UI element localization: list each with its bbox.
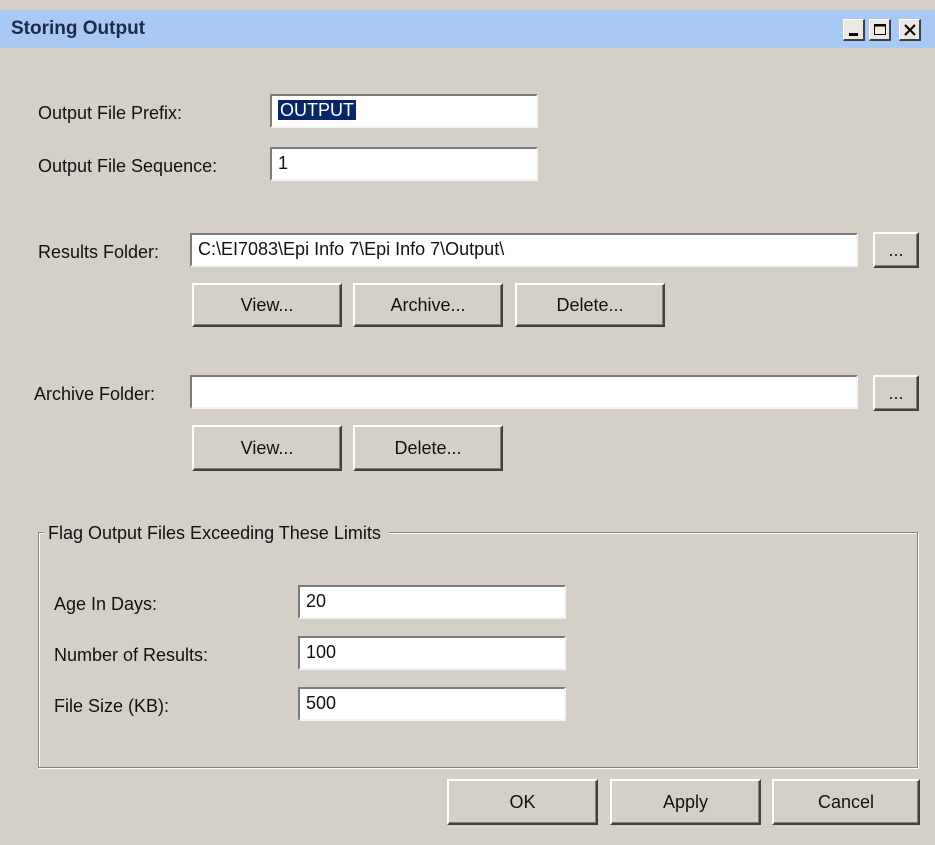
minimize-button[interactable]: [843, 19, 865, 41]
close-icon: [904, 24, 916, 36]
output-prefix-input[interactable]: OUTPUT: [270, 94, 538, 128]
output-prefix-value: OUTPUT: [278, 100, 356, 120]
minimize-icon: [849, 33, 858, 36]
results-archive-button[interactable]: Archive...: [353, 283, 503, 327]
storing-output-dialog: Storing Output Output File Prefix: OUTPU…: [0, 0, 935, 845]
results-folder-browse-button[interactable]: ...: [873, 232, 919, 268]
output-prefix-label: Output File Prefix:: [38, 103, 183, 123]
archive-folder-label: Archive Folder:: [34, 384, 156, 404]
maximize-icon: [874, 24, 886, 35]
archive-folder-browse-button[interactable]: ...: [873, 375, 919, 411]
results-folder-label: Results Folder:: [38, 242, 160, 262]
number-of-results-input[interactable]: 100: [298, 636, 566, 670]
ok-button[interactable]: OK: [447, 779, 598, 825]
file-size-input[interactable]: 500: [298, 687, 566, 721]
apply-button[interactable]: Apply: [610, 779, 761, 825]
archive-delete-button[interactable]: Delete...: [353, 425, 503, 471]
archive-folder-input[interactable]: [190, 375, 858, 409]
file-size-label: File Size (KB):: [54, 696, 170, 716]
results-view-button[interactable]: View...: [192, 283, 342, 327]
close-button[interactable]: [899, 19, 921, 41]
results-folder-input[interactable]: C:\EI7083\Epi Info 7\Epi Info 7\Output\: [190, 233, 858, 267]
maximize-button[interactable]: [869, 19, 891, 41]
cancel-button[interactable]: Cancel: [772, 779, 920, 825]
window-title: Storing Output: [11, 18, 146, 39]
age-in-days-input[interactable]: 20: [298, 585, 566, 619]
limits-group-title: Flag Output Files Exceeding These Limits: [44, 523, 389, 544]
results-delete-button[interactable]: Delete...: [515, 283, 665, 327]
title-bar[interactable]: Storing Output: [0, 10, 935, 48]
age-in-days-label: Age In Days:: [54, 594, 158, 614]
archive-view-button[interactable]: View...: [192, 425, 342, 471]
output-sequence-input[interactable]: 1: [270, 147, 538, 181]
output-sequence-label: Output File Sequence:: [38, 156, 218, 176]
number-of-results-label: Number of Results:: [54, 645, 209, 665]
